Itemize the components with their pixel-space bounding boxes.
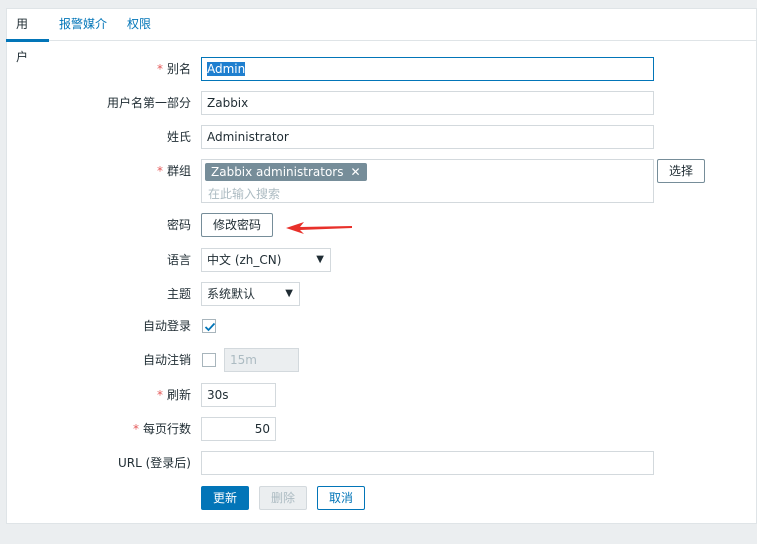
autologin-label: 自动登录 [142, 319, 191, 333]
refresh-input[interactable]: 30s [201, 383, 276, 407]
tab-bar: 用户 报警媒介 权限 [6, 8, 757, 64]
password-label: 密码 [166, 218, 191, 232]
language-label: 语言 [166, 253, 191, 267]
alias-label: * 别名 [157, 57, 191, 81]
alias-value: Admin [207, 62, 246, 76]
autologout-checkbox[interactable] [202, 353, 216, 367]
alias-input[interactable]: Admin [201, 57, 654, 81]
autologout-label: 自动注销 [142, 353, 191, 367]
required-marker: * [156, 164, 163, 178]
surname-label: 姓氏 [166, 130, 191, 144]
language-value: 中文 (zh_CN) [207, 253, 282, 267]
tab-media[interactable]: 报警媒介 [49, 8, 117, 41]
remove-chip-icon[interactable]: ✕ [350, 165, 360, 179]
required-marker: * [156, 388, 163, 402]
url-label: URL (登录后) [118, 456, 191, 470]
theme-label: 主题 [166, 287, 191, 301]
theme-select[interactable]: 系统默认 ▼ [201, 282, 300, 306]
url-input[interactable] [201, 451, 654, 475]
required-marker: * [132, 422, 139, 436]
surname-input[interactable]: Administrator [201, 125, 654, 149]
theme-value: 系统默认 [207, 287, 256, 301]
refresh-label: * 刷新 [157, 383, 191, 407]
groups-label: * 群组 [157, 159, 191, 183]
autologout-input[interactable]: 15m [224, 348, 299, 372]
groups-multiselect[interactable]: Zabbix administrators ✕ 在此输入搜索 [201, 159, 654, 203]
required-marker: * [156, 62, 163, 76]
select-groups-button[interactable]: 选择 [657, 159, 705, 183]
name-label: 用户名第一部分 [106, 96, 191, 110]
tab-user[interactable]: 用户 [6, 8, 49, 64]
form-panel [6, 8, 757, 524]
rows-per-page-label-text: 每页行数 [142, 422, 191, 436]
dropdown-arrow-icon: ▼ [316, 254, 324, 265]
change-password-button[interactable]: 修改密码 [201, 213, 273, 237]
groups-label-text: 群组 [166, 164, 191, 178]
dropdown-arrow-icon: ▼ [285, 288, 293, 299]
rows-per-page-label: * 每页行数 [133, 417, 191, 441]
tab-permissions[interactable]: 权限 [117, 8, 161, 41]
group-chip-label: Zabbix administrators [211, 165, 344, 179]
update-button[interactable]: 更新 [201, 486, 249, 510]
group-chip: Zabbix administrators ✕ [205, 163, 367, 181]
refresh-label-text: 刷新 [166, 388, 191, 402]
rows-per-page-input[interactable]: 50 [201, 417, 276, 441]
language-select[interactable]: 中文 (zh_CN) ▼ [201, 248, 331, 272]
groups-search-placeholder[interactable]: 在此输入搜索 [208, 183, 280, 202]
annotation-arrow-icon [286, 222, 352, 234]
alias-label-text: 别名 [166, 62, 191, 76]
cancel-button[interactable]: 取消 [317, 486, 365, 510]
delete-button[interactable]: 删除 [259, 486, 307, 510]
autologin-checkbox[interactable] [202, 319, 216, 333]
name-input[interactable]: Zabbix [201, 91, 654, 115]
checkmark-icon [204, 322, 216, 332]
